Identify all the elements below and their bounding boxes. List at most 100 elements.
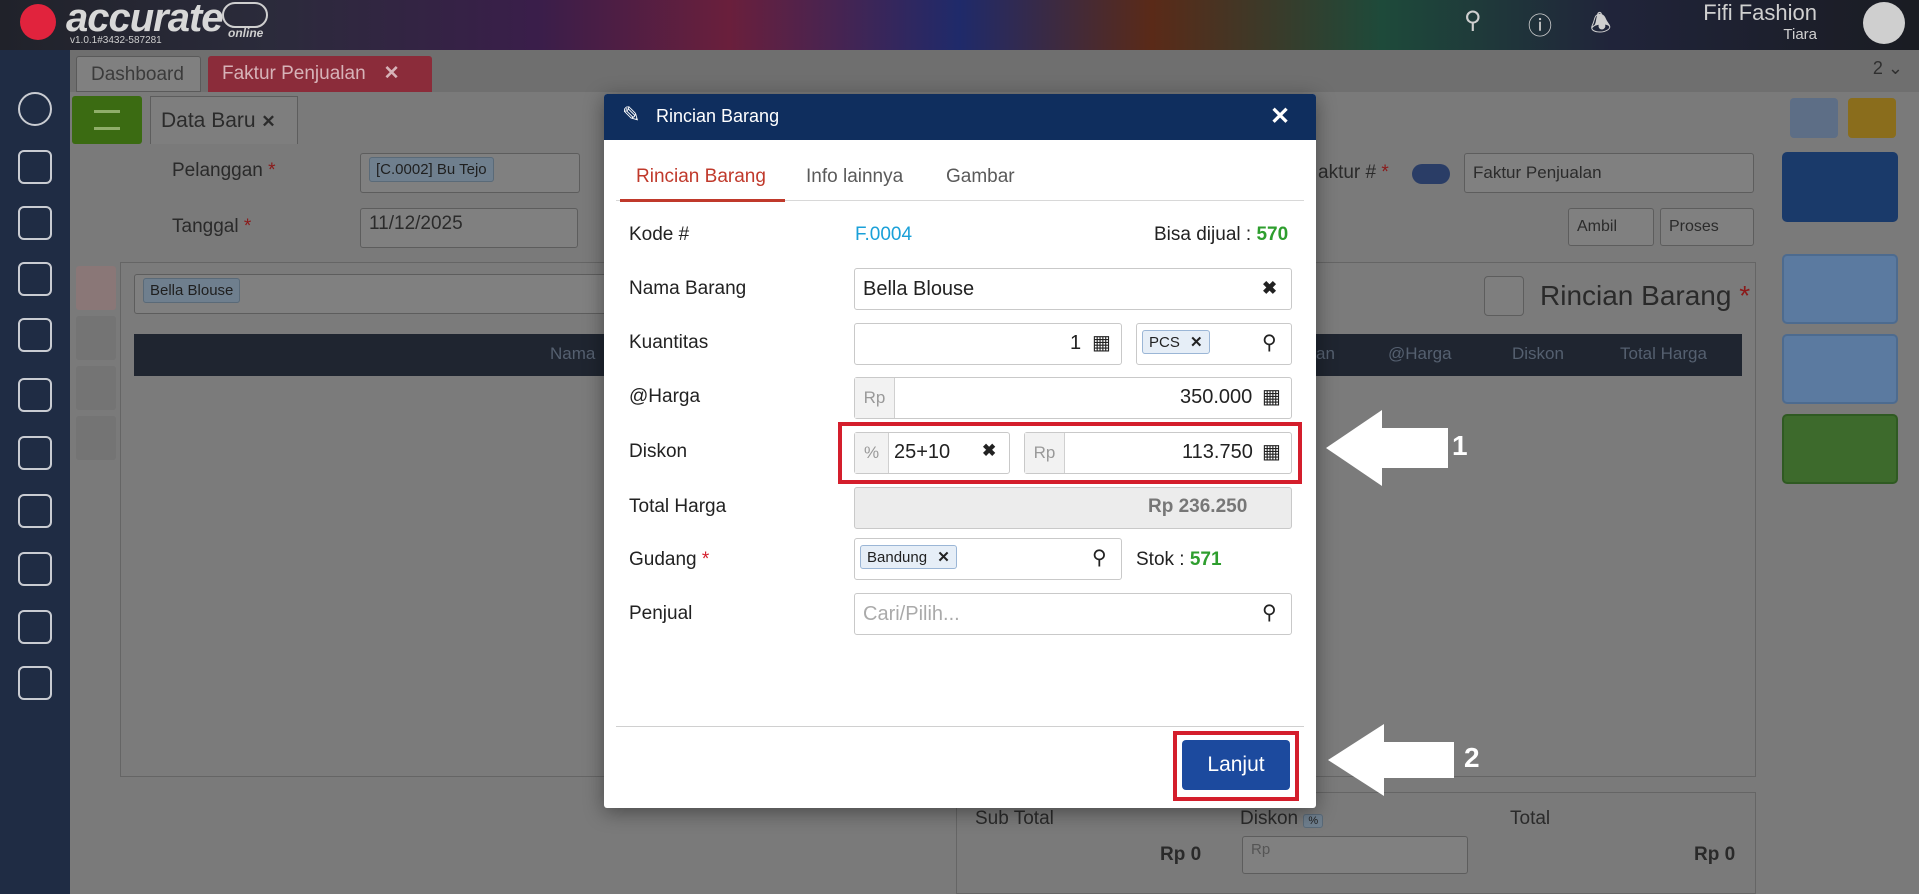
nama-barang-field[interactable]: Bella Blouse [854,268,1292,310]
chart-report-icon[interactable] [18,666,52,700]
shop-cart-icon[interactable] [18,494,52,528]
top-bar [0,0,1919,50]
subtotal-value: Rp 0 [1160,844,1202,865]
settings-button[interactable] [1790,98,1838,138]
col-total-harga: Total Harga [1620,344,1707,363]
active-tab-indicator [620,199,785,202]
money-tab-icon[interactable] [76,366,116,410]
dialog-title: Rincian Barang [656,106,780,126]
penjual-search-icon[interactable]: ⚲ [1262,600,1277,625]
attachment-button[interactable] [1782,334,1898,404]
info-tab-icon[interactable] [76,316,116,360]
report-tab-icon[interactable] [76,416,116,460]
diskon-clear-icon[interactable]: ✖ [982,441,996,461]
nama-barang-value: Bella Blouse [863,278,975,300]
kode-label: Kode # [629,224,690,245]
item-search-chip: Bella Blouse [143,278,241,303]
tab-data-baru[interactable]: Data Baru ✕ [150,96,298,144]
stok: Stok : 571 [1136,549,1222,570]
panel-title: Rincian Barang * [1540,280,1751,311]
close-subtab-icon[interactable]: ✕ [261,112,275,131]
col-nama: Nama [550,344,596,363]
list-menu-button[interactable] [72,96,142,144]
diskon-rp-value: 113.750 [1182,441,1253,463]
accurate-logo-icon [20,4,56,40]
subtotal-label: Sub Total [975,808,1054,829]
document-button[interactable] [1782,254,1898,324]
tax-report-icon[interactable] [18,610,52,644]
tab-faktur-penjualan[interactable]: Faktur Penjualan ✕ [208,56,432,92]
tanggal-field[interactable]: 11/12/2025 [360,208,578,248]
proses-button[interactable]: Proses [1660,208,1754,246]
version-text: v1.0.1#3432-587281 [70,35,162,46]
help-icon[interactable]: ⓘ [1528,6,1552,41]
faktur-type-select[interactable]: Faktur Penjualan [1464,153,1754,193]
bell-icon[interactable]: 🕭 [1590,6,1611,47]
bisa-dijual: Bisa dijual : 570 [1154,224,1289,245]
penjual-label: Penjual [629,603,693,624]
save-button[interactable] [1782,152,1898,222]
gudang-label: Gudang * [629,549,710,570]
summary-diskon-field[interactable]: Rp [1242,836,1468,874]
stok-value: 571 [1189,549,1222,570]
user-role: Tiara [1783,26,1817,43]
pelanggan-field[interactable]: [C.0002] Bu Tejo [360,153,580,193]
penjual-field[interactable]: Cari/Pilih... [854,593,1292,635]
diskon-label: Diskon [629,441,688,462]
diskon-calculator-icon[interactable]: ▦ [1262,439,1281,464]
tab-count[interactable]: 2 ⌄ [1873,58,1903,79]
kuantitas-value: 1 [1070,332,1082,354]
ambil-button[interactable]: Ambil [1568,208,1654,246]
money-bag-icon[interactable] [18,378,52,412]
panel-search-icon[interactable] [1484,276,1524,316]
diskon-percent-value: 25+10 [894,441,951,463]
close-icon[interactable]: ✕ [1270,102,1290,131]
harga-calculator-icon[interactable]: ▦ [1262,384,1281,409]
faktur-auto-toggle[interactable] [1412,164,1450,184]
gudang-search-icon[interactable]: ⚲ [1092,545,1107,570]
faktur-number-label: aktur # * [1318,162,1389,183]
annotation-number-1: 1 [1452,430,1468,461]
more-options-button[interactable] [1782,414,1898,484]
cart-icon[interactable] [18,436,52,470]
unit-search-icon[interactable]: ⚲ [1262,330,1277,355]
tab-gambar[interactable]: Gambar [946,166,1015,188]
kode-value[interactable]: F.0004 [855,224,912,246]
col-harga: @Harga [1388,344,1452,363]
total-harga-value: Rp 236.250 [1148,496,1248,517]
settings-icon[interactable] [18,92,52,126]
tab-rincian-barang[interactable]: Rincian Barang [636,166,766,188]
calculator-icon[interactable]: ▦ [1092,330,1111,355]
flask-icon[interactable] [18,150,52,184]
tab-faktur-label: Faktur Penjualan [222,63,366,84]
harga-label: @Harga [629,386,701,407]
pelanggan-chip: [C.0002] Bu Tejo [369,157,494,182]
kuantitas-field[interactable] [854,323,1122,365]
diskon-percent-prefix: % [855,433,889,473]
tab-dashboard[interactable]: Dashboard [76,56,201,92]
lightbulb-button[interactable] [1848,98,1896,138]
avatar[interactable] [1863,2,1905,44]
tab-info-lainnya[interactable]: Info lainnya [806,166,903,188]
clear-icon[interactable]: ✖ [1262,278,1277,299]
logo-subtext: online [228,26,264,40]
summary-diskon-label: Diskon % [1240,808,1324,830]
building-icon[interactable] [18,206,52,240]
bank-icon[interactable] [18,318,52,352]
search-icon[interactable]: ⚲ [1464,6,1482,35]
annotation-arrow-2 [1328,724,1454,796]
unit-chip: PCS ✕ [1142,330,1210,354]
harga-value: 350.000 [1180,386,1253,408]
col-diskon: Diskon [1512,344,1564,363]
user-name: Fifi Fashion [1703,0,1817,25]
factory-icon[interactable] [18,552,52,586]
lanjut-button[interactable]: Lanjut [1182,740,1290,790]
item-search-field[interactable]: Bella Blouse [134,274,614,314]
bisa-dijual-value: 570 [1256,224,1289,245]
book-icon[interactable] [18,262,52,296]
close-tab-icon[interactable]: ✕ [384,63,400,84]
pelanggan-label: Pelanggan * [172,160,276,181]
cloud-icon [222,2,268,28]
detail-tab-icon[interactable] [76,266,116,310]
harga-prefix: Rp [855,378,895,418]
